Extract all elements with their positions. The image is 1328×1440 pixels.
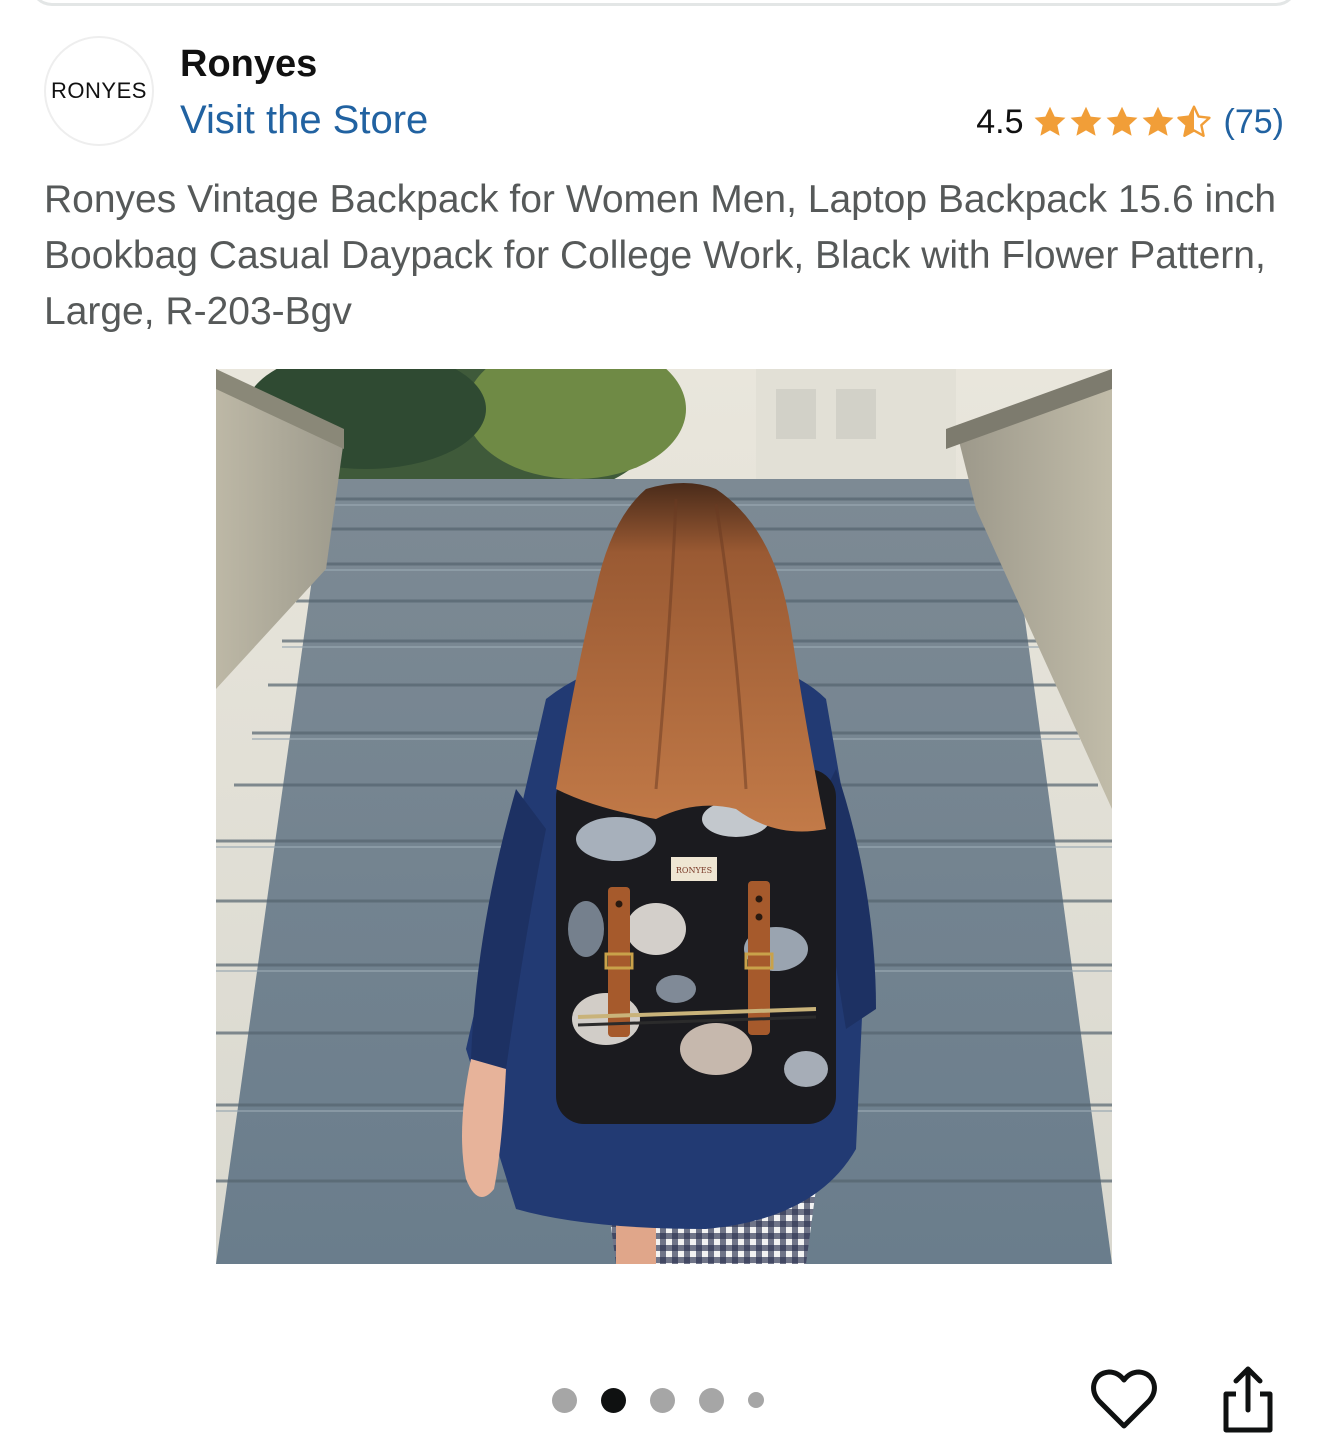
favorite-button[interactable] (1090, 1366, 1158, 1432)
carousel-dot-1[interactable] (552, 1387, 577, 1413)
star-full-icon (1070, 106, 1101, 136)
visit-store-link[interactable]: Visit the Store (180, 96, 428, 144)
rating-count-link[interactable]: (75) (1224, 103, 1284, 142)
carousel-dot-4[interactable] (699, 1387, 724, 1413)
star-full-icon (1106, 106, 1137, 136)
share-button[interactable] (1218, 1364, 1278, 1434)
carousel-dot-5[interactable] (748, 1392, 764, 1408)
carousel-dot-2-active[interactable] (601, 1387, 626, 1413)
star-full-icon (1142, 106, 1173, 136)
share-icon (1223, 1366, 1273, 1433)
store-logo-text: RONYES (51, 78, 147, 103)
carousel-dots (552, 1386, 788, 1414)
carousel-dot-3[interactable] (650, 1387, 675, 1413)
star-full-icon (1034, 106, 1065, 136)
rating-value: 4.5 (976, 102, 1024, 141)
star-half-icon (1176, 105, 1211, 137)
rating-stars (1032, 104, 1212, 140)
store-logo[interactable]: RONYES (44, 36, 154, 146)
previous-card-edge (30, 0, 1298, 6)
bag-tag-label: RONYES (676, 866, 712, 875)
heart-outline-icon (1091, 1369, 1157, 1429)
product-photo: RONYES (216, 369, 1112, 1264)
product-title: Ronyes Vintage Backpack for Women Men, L… (44, 178, 1277, 333)
rating-summary[interactable]: 4.5 (75) (976, 100, 1284, 144)
product-image[interactable]: RONYES (216, 369, 1112, 1264)
brand-name: Ronyes (180, 43, 318, 85)
